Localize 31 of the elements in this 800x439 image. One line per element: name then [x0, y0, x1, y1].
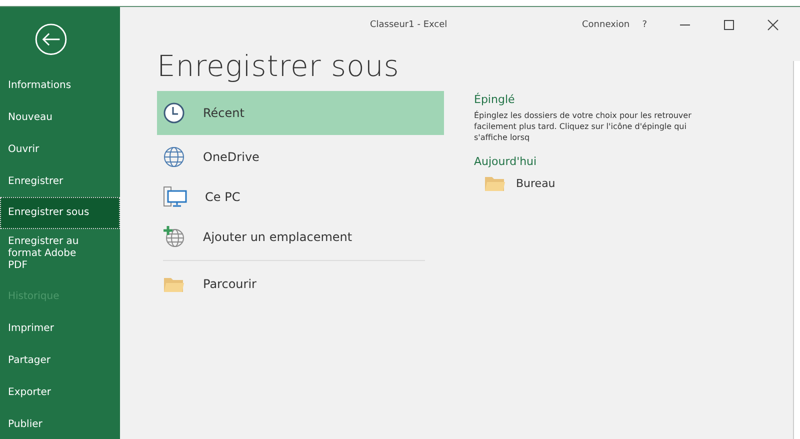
- back-icon[interactable]: [34, 23, 68, 56]
- clock-icon: [163, 102, 185, 124]
- sidebar-item[interactable]: Enregistrer sous: [0, 197, 120, 229]
- pinned-description: Épinglez les dossiers de votre choix pour les retrouver facilement plus tard. Cliquez sur l'icône d'épingle qui s'affiche lorsq: [474, 110, 692, 143]
- folder-icon: [163, 275, 185, 293]
- location-item[interactable]: Récent: [157, 91, 444, 135]
- help-button[interactable]: ?: [638, 20, 652, 30]
- folder-item[interactable]: Bureau: [484, 174, 774, 192]
- sidebar-item[interactable]: Informations: [0, 70, 120, 102]
- sign-in-link[interactable]: Connexion: [582, 20, 632, 30]
- sidebar-item[interactable]: Ouvrir: [0, 133, 120, 166]
- location-item[interactable]: OneDrive: [157, 137, 444, 177]
- window-title: Classeur1 - Excel: [370, 20, 448, 30]
- sidebar-item[interactable]: Imprimer: [0, 312, 120, 345]
- sidebar-item[interactable]: Enregistrer au format Adobe PDF: [0, 228, 99, 281]
- add-globe-icon: [163, 226, 185, 248]
- sidebar-item[interactable]: Publier: [0, 408, 120, 439]
- folder-icon: [484, 174, 506, 192]
- page-heading: Enregistrer sous: [157, 49, 400, 83]
- globe-icon: [163, 146, 185, 168]
- sidebar-item[interactable]: Partager: [0, 344, 120, 376]
- location-item[interactable]: Parcourir: [157, 264, 444, 304]
- sidebar-item[interactable]: Nouveau: [0, 102, 120, 134]
- location-item[interactable]: Ce PC: [157, 177, 444, 217]
- location-item[interactable]: Ajouter un emplacement: [157, 217, 444, 257]
- section-title: Aujourd'hui: [474, 155, 538, 168]
- sidebar-item[interactable]: Exporter: [0, 376, 120, 408]
- sidebar-item[interactable]: Enregistrer: [0, 165, 120, 198]
- section-title: Épinglé: [474, 93, 516, 106]
- scrollbar[interactable]: [793, 61, 800, 439]
- computer-icon: [163, 186, 187, 208]
